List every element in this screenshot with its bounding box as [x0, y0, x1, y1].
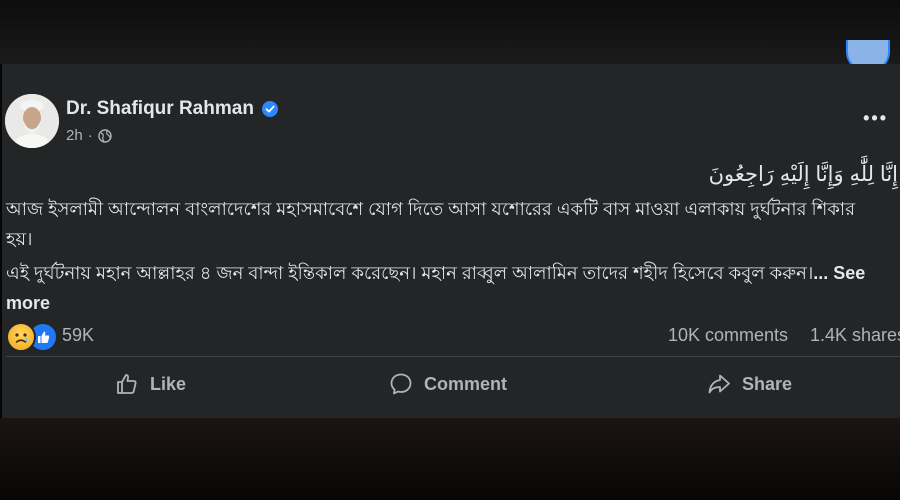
actions-divider — [6, 356, 900, 357]
thumbs-up-icon — [117, 374, 137, 394]
comment-bubble-icon — [390, 373, 412, 395]
post-paragraph-2: এই দুর্ঘটনায় মহান আল্লাহর ৪ জন বান্দা ই… — [6, 258, 886, 318]
reaction-count[interactable]: 59K — [62, 325, 94, 346]
author-avatar[interactable] — [5, 94, 59, 148]
reaction-icons[interactable] — [6, 322, 58, 352]
post-meta: 2h · — [66, 127, 112, 144]
verified-badge-icon — [261, 101, 278, 117]
post-paragraph-1: আজ ইসলামী আন্দোলন বাংলাদেশের মহাসমাবেশে … — [6, 199, 855, 249]
background-top — [0, 0, 900, 64]
post-paragraph-2-text: এই দুর্ঘটনায় মহান আল্লাহর ৪ জন বান্দা ই… — [6, 263, 814, 283]
like-label: Like — [150, 373, 187, 394]
background-bottom — [0, 418, 900, 500]
share-label: Share — [742, 373, 793, 394]
author-name[interactable]: Dr. Shafiqur Rahman — [66, 98, 278, 120]
comment-label: Comment — [424, 373, 508, 394]
share-arrow-icon — [708, 374, 730, 394]
share-button[interactable]: Share — [706, 364, 792, 404]
facebook-post-card: Dr. Shafiqur Rahman 2h · ••• إِنَّا لِلَ… — [2, 64, 900, 418]
more-options-button[interactable]: ••• — [863, 108, 888, 129]
post-timestamp[interactable]: 2h — [66, 127, 83, 144]
post-actions: Like Comment Share — [2, 364, 900, 404]
comment-button[interactable]: Comment — [388, 364, 507, 404]
meta-separator: · — [87, 127, 93, 144]
reactions-bar: 59K 10K comments 1.4K shares — [6, 322, 900, 352]
globe-icon[interactable] — [97, 128, 112, 143]
post-body: আজ ইসলামী আন্দোলন বাংলাদেশের মহাসমাবেশে … — [6, 194, 886, 322]
post-header: Dr. Shafiqur Rahman 2h · ••• — [2, 94, 900, 154]
author-name-text[interactable]: Dr. Shafiqur Rahman — [66, 98, 254, 120]
shares-count[interactable]: 1.4K shares — [810, 325, 900, 346]
comments-count[interactable]: 10K comments — [668, 325, 788, 346]
like-button[interactable]: Like — [114, 364, 186, 404]
sad-reaction-icon — [6, 322, 36, 352]
arabic-text: إِنَّا لِلَّٰهِ وَإِنَّا إِلَيْهِ رَاجِع… — [708, 163, 898, 186]
